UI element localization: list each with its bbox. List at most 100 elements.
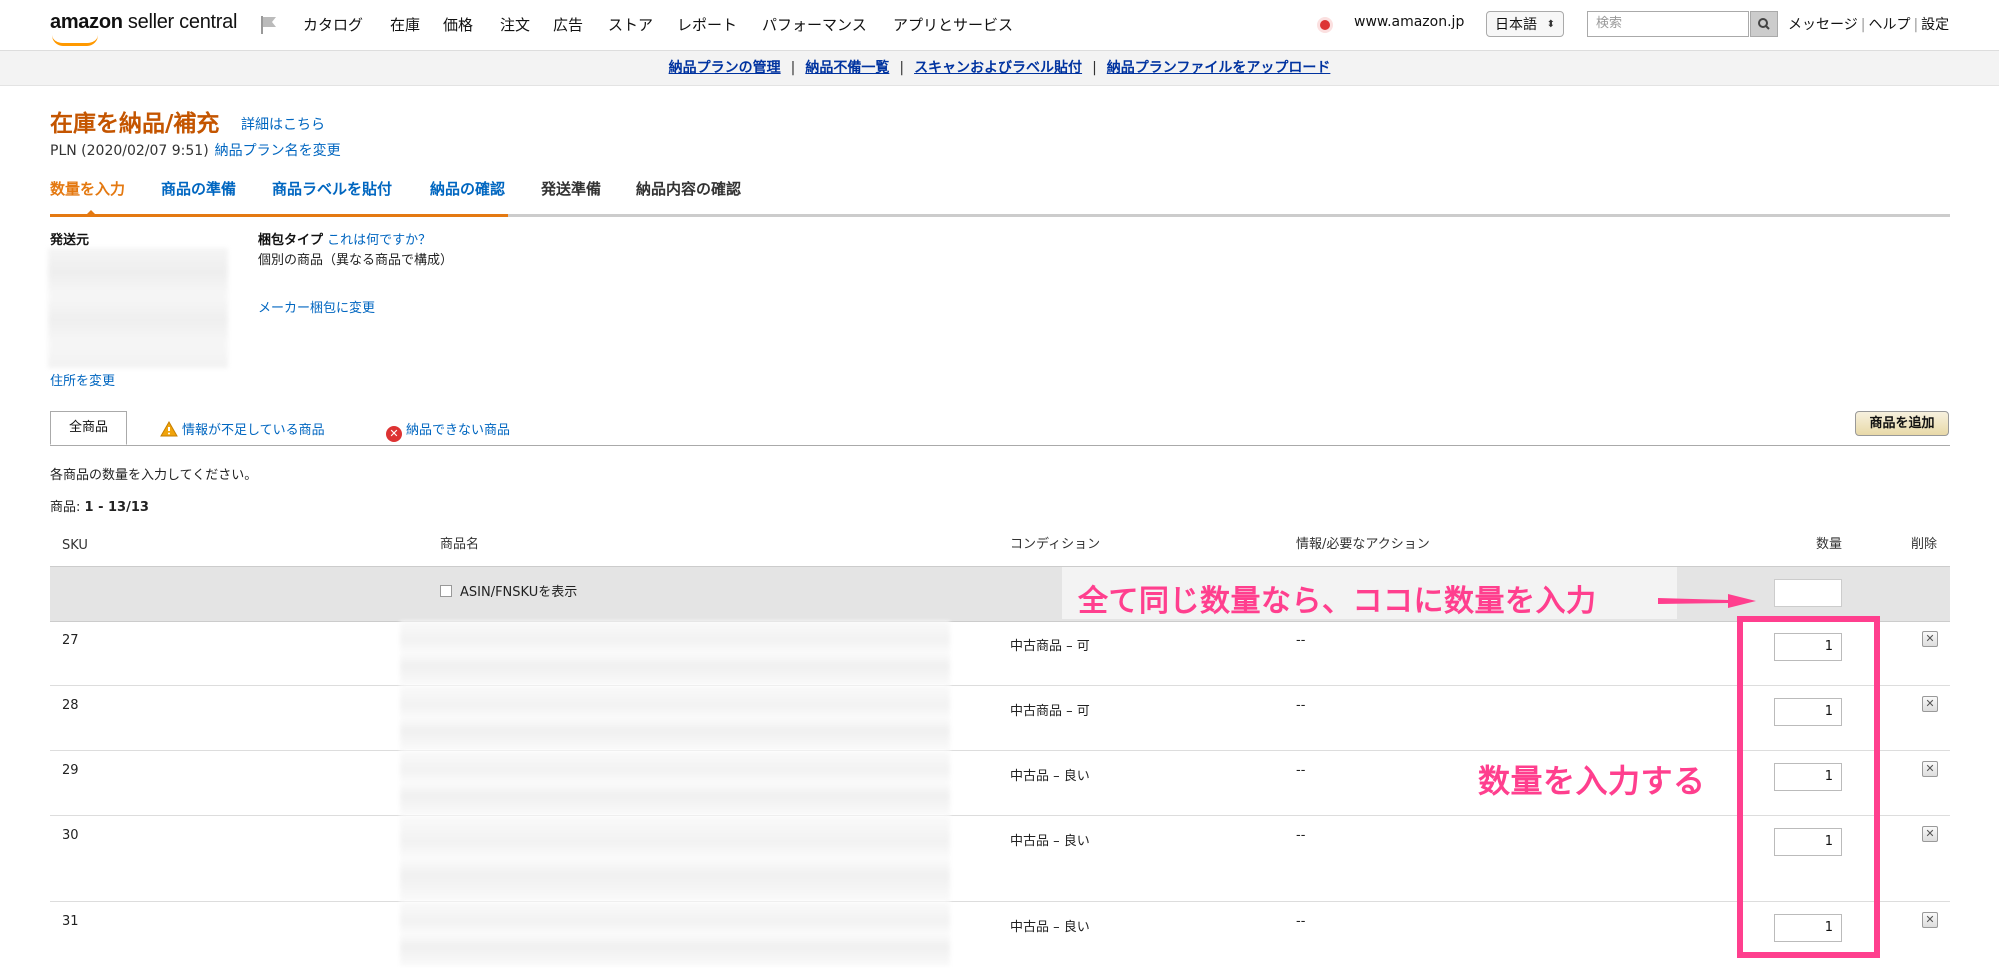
row-info: -- xyxy=(1296,698,1306,713)
select-arrows-icon: ⬍ xyxy=(1546,19,1555,30)
settings-link[interactable]: 設定 xyxy=(1921,17,1949,33)
col-sku[interactable]: SKU xyxy=(62,538,88,553)
help-link[interactable]: ヘルプ xyxy=(1868,17,1910,33)
product-name-blurred xyxy=(400,621,950,685)
quantity-annotation: 数量を入力する xyxy=(1478,762,1706,800)
marketplace-domain[interactable]: www.amazon.jp xyxy=(1354,14,1464,30)
learn-more-link[interactable]: 詳細はこちら xyxy=(241,114,325,134)
nav-performance[interactable]: パフォーマンス xyxy=(762,14,867,35)
table-header: SKU 商品名 コンディション 情報/必要なアクション 数量 削除 xyxy=(50,530,1950,566)
row-condition: 中古商品 – 可 xyxy=(1010,704,1090,719)
col-product-name[interactable]: 商品名 xyxy=(440,533,479,552)
step-prepare[interactable]: 商品の準備 xyxy=(161,178,236,199)
table-row: 31 中古品 – 良い -- 1 ✕ xyxy=(50,902,1950,966)
step-prepare-shipment: 発送準備 xyxy=(541,180,602,198)
packing-type-label: 梱包タイプ xyxy=(258,233,324,248)
row-info: -- xyxy=(1296,633,1306,648)
bulk-quantity-row: ASIN/FNSKUを表示 全て同じ数量なら、ココに数量を入力 xyxy=(50,566,1950,622)
delete-icon[interactable]: ✕ xyxy=(1922,761,1938,777)
search-button[interactable] xyxy=(1750,11,1778,37)
subnav-problems[interactable]: 納品不備一覧 xyxy=(805,60,889,76)
warning-icon xyxy=(160,421,178,437)
tab-ineligible-label: 納品できない商品 xyxy=(406,423,511,438)
row-condition: 中古品 – 良い xyxy=(1010,769,1090,784)
col-quantity: 数量 xyxy=(1816,537,1843,552)
plan-name: PLN (2020/02/07 9:51) xyxy=(50,143,209,159)
step-set-quantity[interactable]: 数量を入力 xyxy=(50,178,125,199)
search-placeholder: 検索 xyxy=(1596,16,1623,31)
ship-from-label: 発送元 xyxy=(50,233,90,248)
japan-flag-icon xyxy=(1320,20,1330,30)
add-products-button[interactable]: 商品を追加 xyxy=(1855,411,1949,436)
row-sku: 27 xyxy=(62,633,79,648)
messages-link[interactable]: メッセージ xyxy=(1788,17,1858,33)
row-condition: 中古品 – 良い xyxy=(1010,920,1090,935)
subnav-upload-file[interactable]: 納品プランファイルをアップロード xyxy=(1107,60,1331,76)
search-input[interactable]: 検索 xyxy=(1587,11,1749,37)
show-asin-fnsku-toggle[interactable]: ASIN/FNSKUを表示 xyxy=(440,581,577,600)
row-info: -- xyxy=(1296,763,1306,778)
step-label[interactable]: 商品ラベルを貼付 xyxy=(272,178,392,199)
nav-pricing[interactable]: 価格 xyxy=(443,14,473,35)
delete-icon[interactable]: ✕ xyxy=(1922,631,1938,647)
change-to-case-packed-link[interactable]: メーカー梱包に変更 xyxy=(258,297,375,316)
item-count: 商品: 1 - 13/13 xyxy=(50,496,149,515)
rename-plan-link[interactable]: 納品プラン名を変更 xyxy=(215,143,341,159)
subnav-manage-plans[interactable]: 納品プランの管理 xyxy=(669,60,781,76)
tab-missing-info[interactable]: 情報が不足している商品 xyxy=(160,419,325,438)
table-row: 27 中古商品 – 可 -- 1 ✕ xyxy=(50,621,1950,686)
tab-all-products[interactable]: 全商品 xyxy=(50,411,127,445)
subnav-scan-label[interactable]: スキャンおよびラベル貼付 xyxy=(914,60,1082,76)
item-count-value: 1 - 13/13 xyxy=(84,500,149,515)
shipping-subnav: 納品プランの管理 | 納品不備一覧 | スキャンおよびラベル貼付 | 納品プランファイルをア… xyxy=(0,51,1999,86)
change-address-link[interactable]: 住所を変更 xyxy=(50,370,115,389)
col-condition: コンディション xyxy=(1010,537,1101,552)
tab-ineligible[interactable]: ✕ 納品できない商品 xyxy=(386,419,510,442)
search-icon xyxy=(1758,18,1770,30)
step-review[interactable]: 納品の確認 xyxy=(430,178,505,199)
flag-icon[interactable] xyxy=(258,14,280,36)
top-navigation-bar: amazon seller central カタログ 在庫 価格 注文 広告 ス… xyxy=(0,0,1999,51)
delete-icon[interactable]: ✕ xyxy=(1922,826,1938,842)
seller-central-logo[interactable]: amazon seller central xyxy=(50,11,237,46)
show-asin-label: ASIN/FNSKUを表示 xyxy=(460,585,578,600)
ship-from-address-blurred xyxy=(48,248,228,368)
row-sku: 28 xyxy=(62,698,79,713)
nav-inventory[interactable]: 在庫 xyxy=(390,14,420,35)
delete-icon[interactable]: ✕ xyxy=(1922,696,1938,712)
workflow-progress-bar xyxy=(50,214,508,217)
active-step-caret xyxy=(84,210,98,217)
quantity-highlight-box xyxy=(1737,616,1880,958)
packing-type: 梱包タイプ これは何ですか？ xyxy=(258,229,431,248)
nav-orders[interactable]: 注文 xyxy=(500,14,530,35)
item-count-label: 商品: xyxy=(50,500,85,515)
nav-apps-services[interactable]: アプリとサービス xyxy=(893,14,1013,35)
what-is-this-link[interactable]: これは何ですか？ xyxy=(327,233,431,248)
step-summary: 納品内容の確認 xyxy=(636,180,742,198)
nav-reports[interactable]: レポート xyxy=(677,14,737,35)
product-filter-tabs: 全商品 情報が不足している商品 ✕ 納品できない商品 xyxy=(50,409,1950,446)
col-info-action: 情報/必要なアクション xyxy=(1296,537,1430,552)
delete-icon[interactable]: ✕ xyxy=(1922,912,1938,928)
table-row: 30 中古品 – 良い -- 1 ✕ xyxy=(50,816,1950,902)
language-select-value: 日本語 xyxy=(1495,17,1537,33)
workflow-steps: 数量を入力 商品の準備 商品ラベルを貼付 納品の確認 発送準備 納品内容の確認 xyxy=(50,178,1950,217)
bulk-quantity-input[interactable] xyxy=(1774,579,1842,607)
show-asin-checkbox[interactable] xyxy=(440,585,452,597)
top-links: メッセージ | ヘルプ | 設定 xyxy=(1788,17,1950,33)
arrow-right-icon xyxy=(1658,594,1756,608)
row-sku: 29 xyxy=(62,763,79,778)
nav-stores[interactable]: ストア xyxy=(608,14,653,35)
nav-advertising[interactable]: 広告 xyxy=(553,14,583,35)
amazon-smile-icon xyxy=(52,35,98,46)
row-condition: 中古商品 – 可 xyxy=(1010,639,1090,654)
logo-amazon-text: amazon xyxy=(50,11,123,33)
error-icon: ✕ xyxy=(386,426,402,442)
language-select[interactable]: 日本語 ⬍ xyxy=(1486,11,1564,37)
bulk-quantity-annotation: 全て同じ数量なら、ココに数量を入力 xyxy=(1078,584,1597,619)
product-name-blurred xyxy=(400,751,950,815)
col-delete: 削除 xyxy=(1911,537,1938,552)
nav-catalog[interactable]: カタログ xyxy=(303,14,363,35)
packing-description: 個別の商品（異なる商品で構成） xyxy=(258,253,454,268)
product-name-blurred xyxy=(400,686,950,750)
